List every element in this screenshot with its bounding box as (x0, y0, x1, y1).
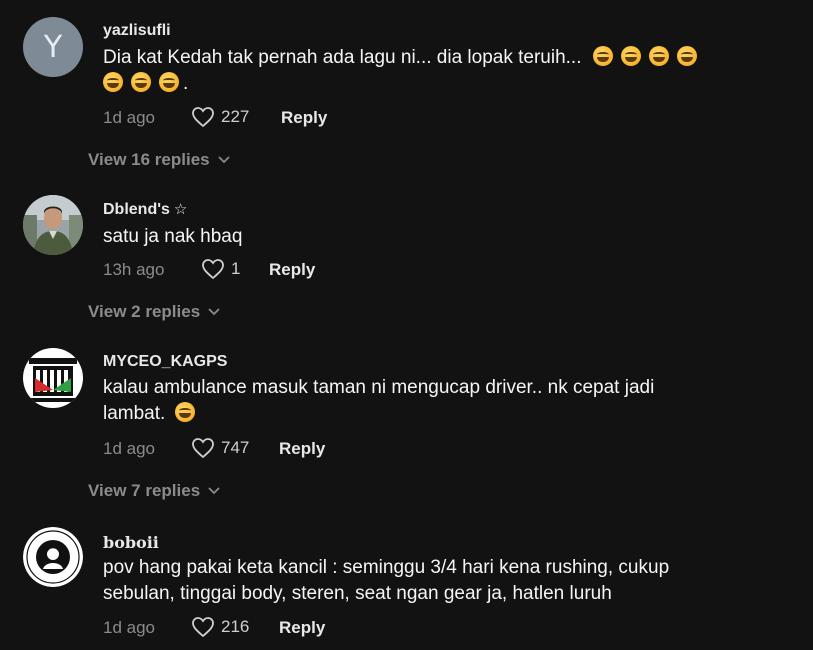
like-count: 227 (221, 107, 250, 126)
reply-button[interactable]: Reply (269, 260, 315, 280)
tears-of-joy-emoji-icon (175, 402, 196, 422)
heart-icon (192, 617, 214, 638)
reply-button[interactable]: Reply (279, 618, 325, 638)
view-replies-button[interactable]: View 7 replies (88, 481, 220, 501)
star-icon: ☆ (173, 201, 188, 218)
like-button[interactable]: 227 (191, 106, 249, 128)
stamp-logo (23, 527, 83, 587)
comment-feed: Y yazlisufli Dia kat Kedah tak pernah ad… (0, 0, 813, 650)
avatar[interactable] (23, 348, 83, 408)
like-count: 216 (221, 617, 250, 636)
comment-username[interactable]: boboii (103, 533, 159, 552)
comment-timestamp: 1d ago (103, 439, 155, 458)
chevron-down-icon (217, 156, 230, 164)
comment-meta: 13h ago 1 Reply (103, 258, 503, 280)
comment-text-body: Dia kat Kedah tak pernah ada lagu ni... … (103, 47, 582, 68)
comment-username[interactable]: Dblend's ☆ (103, 200, 187, 219)
grinning-sweat-emoji-icon (131, 72, 151, 92)
comment-username[interactable]: MYCEO_KAGPS (103, 353, 227, 371)
comment-text: satu ja nak hbaq (103, 226, 243, 247)
comment-username[interactable]: yazlisufli (103, 22, 171, 40)
like-button[interactable]: 747 (191, 437, 249, 459)
comment-meta: 1d ago 216 Reply (103, 616, 503, 638)
view-replies-button[interactable]: View 16 replies (88, 150, 230, 170)
like-button[interactable]: 216 (191, 616, 249, 638)
avatar[interactable]: Y (23, 17, 83, 77)
comment-timestamp: 1d ago (103, 618, 155, 637)
comment-meta: 1d ago 747 Reply (103, 437, 503, 459)
grinning-sweat-emoji-icon (159, 72, 179, 92)
view-replies-label: View 7 replies (88, 481, 201, 500)
comment-text: pov hang pakai keta kancil : seminggu 3/… (103, 557, 670, 604)
comment-text: Dia kat Kedah tak pernah ada lagu ni... … (103, 45, 763, 97)
user-photo (23, 195, 83, 255)
like-button[interactable]: 1 (201, 258, 240, 280)
heart-icon (202, 259, 224, 280)
chevron-down-icon (208, 308, 220, 316)
view-replies-button[interactable]: View 2 replies (88, 302, 220, 322)
grinning-sweat-emoji-icon (621, 46, 642, 66)
comment-timestamp: 1d ago (103, 108, 155, 127)
view-replies-label: View 16 replies (88, 150, 210, 169)
heart-icon (192, 438, 214, 459)
heart-icon (192, 107, 214, 128)
view-replies-label: View 2 replies (88, 302, 201, 321)
like-count: 1 (231, 259, 241, 278)
grinning-sweat-emoji-icon (103, 72, 123, 92)
like-count: 747 (221, 438, 250, 457)
reply-button[interactable]: Reply (279, 439, 325, 459)
brand-logo (23, 348, 83, 408)
username-label: Dblend's (103, 201, 170, 218)
grinning-sweat-emoji-icon (649, 46, 670, 66)
comment-text-suffix: . (183, 73, 189, 94)
avatar[interactable] (23, 527, 83, 587)
chevron-down-icon (208, 487, 220, 495)
grinning-sweat-emoji-icon (593, 46, 614, 66)
grinning-sweat-emoji-icon (677, 46, 698, 66)
reply-button[interactable]: Reply (281, 108, 327, 128)
comment-text: kalau ambulance masuk taman ni mengucap … (103, 375, 683, 427)
comment-timestamp: 13h ago (103, 260, 165, 279)
comment-meta: 1d ago 227 Reply (103, 106, 503, 128)
avatar[interactable] (23, 195, 83, 255)
